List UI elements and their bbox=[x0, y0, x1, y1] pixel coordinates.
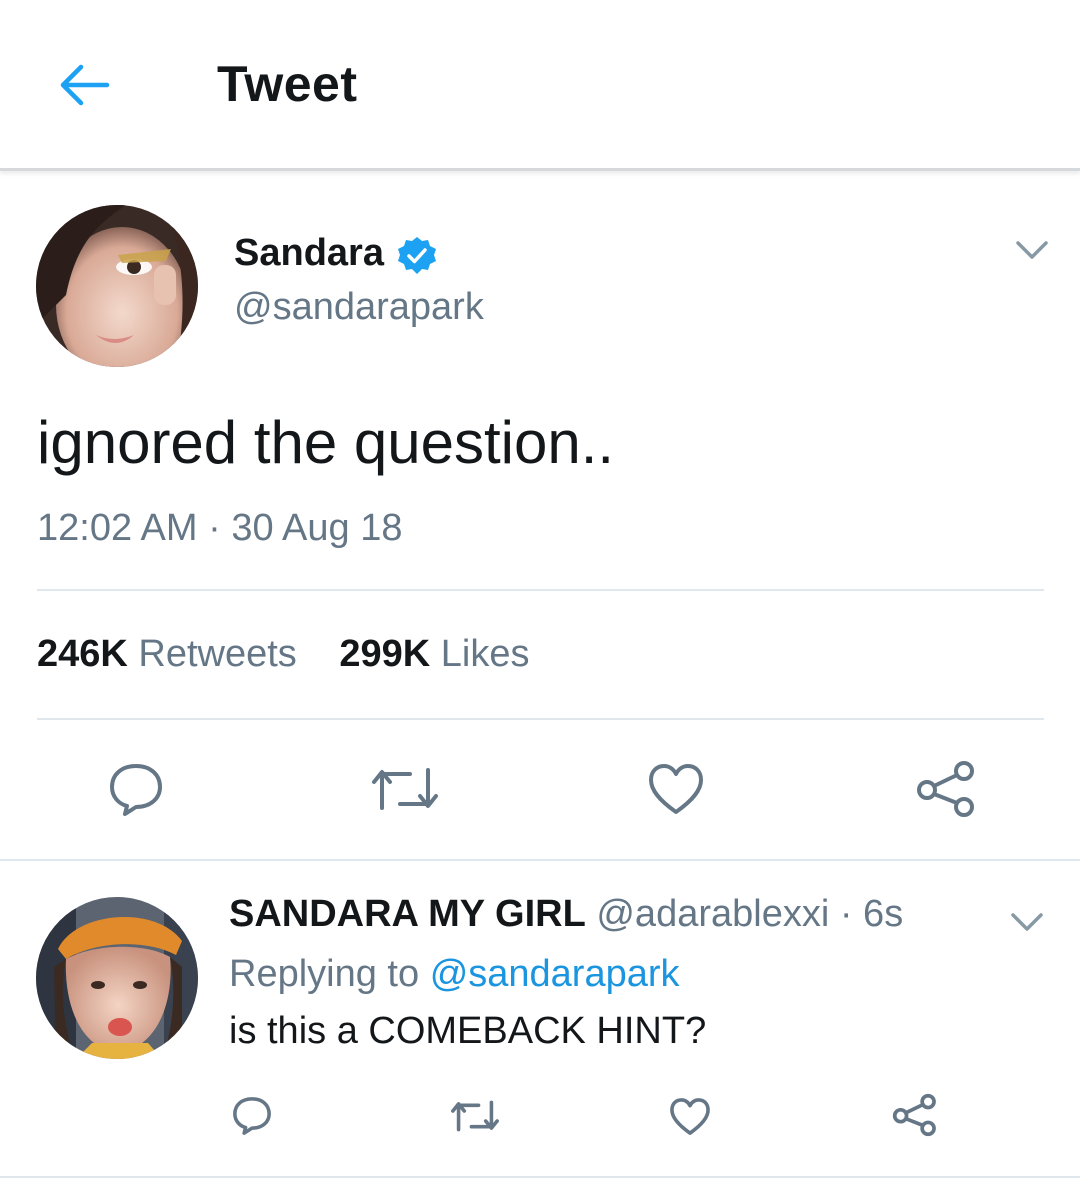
verified-badge-icon bbox=[398, 237, 436, 274]
like-icon bbox=[649, 764, 703, 814]
retweets-stat[interactable]: 246K Retweets bbox=[37, 633, 297, 675]
replying-prefix: Replying to bbox=[229, 953, 420, 995]
page-title: Tweet bbox=[217, 56, 358, 112]
back-button[interactable] bbox=[55, 58, 115, 112]
reply-author-avatar[interactable] bbox=[36, 897, 198, 1059]
reply-header: SANDARA MY GIRL @adarablexxi · 6s bbox=[229, 893, 903, 936]
section-separator bbox=[0, 859, 1080, 861]
share-icon bbox=[892, 1093, 936, 1137]
reply-icon bbox=[110, 764, 162, 816]
tweet-timestamp[interactable]: 12:02 AM · 30 Aug 18 bbox=[37, 507, 403, 550]
author-handle[interactable]: @sandarapark bbox=[234, 286, 484, 329]
replying-to-mention[interactable]: @sandarapark bbox=[430, 953, 680, 995]
reply-text: is this a COMEBACK HINT? bbox=[229, 1010, 707, 1052]
retweet-icon bbox=[372, 768, 438, 810]
section-separator bbox=[0, 1176, 1080, 1178]
tweet-stats: 246K Retweets 299K Likes bbox=[37, 633, 562, 676]
reply-retweet-button[interactable] bbox=[450, 1098, 500, 1139]
like-button[interactable] bbox=[647, 762, 705, 821]
reply-time: · 6s bbox=[839, 893, 904, 935]
author-name[interactable]: Sandara bbox=[234, 232, 384, 275]
likes-label: Likes bbox=[440, 633, 530, 675]
likes-stat[interactable]: 299K Likes bbox=[339, 633, 529, 675]
author-avatar[interactable] bbox=[36, 205, 198, 367]
reply-icon bbox=[233, 1097, 271, 1135]
reply-share-button[interactable] bbox=[891, 1093, 937, 1142]
reply-author-handle[interactable]: @adarablexxi bbox=[596, 893, 829, 935]
share-icon bbox=[917, 761, 974, 817]
like-icon bbox=[670, 1098, 710, 1135]
replying-to: Replying to @sandarapark bbox=[229, 953, 680, 996]
arrow-left-icon bbox=[60, 64, 110, 106]
reply-button[interactable] bbox=[107, 762, 165, 823]
reply-like-button[interactable] bbox=[669, 1097, 711, 1141]
divider bbox=[37, 718, 1044, 720]
share-button[interactable] bbox=[914, 760, 976, 823]
retweet-button[interactable] bbox=[370, 764, 440, 819]
reply-author-name[interactable]: SANDARA MY GIRL bbox=[229, 893, 586, 935]
top-bar: Tweet bbox=[0, 0, 1080, 171]
tweet-text: ignored the question.. bbox=[37, 409, 615, 476]
retweets-label: Retweets bbox=[138, 633, 297, 675]
retweet-icon bbox=[451, 1100, 499, 1132]
chevron-down-icon[interactable] bbox=[1014, 238, 1050, 262]
chevron-down-icon[interactable] bbox=[1009, 910, 1045, 934]
reply-reply-button[interactable] bbox=[231, 1096, 273, 1141]
retweets-count: 246K bbox=[37, 633, 128, 675]
likes-count: 299K bbox=[339, 633, 431, 675]
divider bbox=[37, 589, 1044, 591]
